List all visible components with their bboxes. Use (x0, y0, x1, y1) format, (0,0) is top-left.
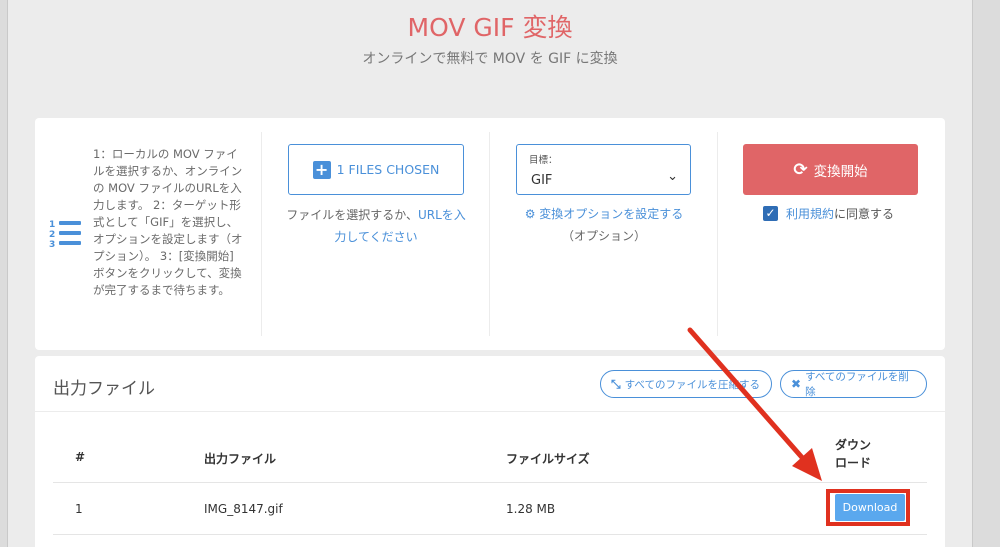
table-row-divider (53, 534, 927, 535)
choose-files-label: 1 FILES CHOSEN (336, 162, 440, 177)
chevron-down-icon: ⌄ (667, 169, 678, 184)
conversion-options-label: 変換オプションを設定する (539, 207, 684, 221)
start-conversion-button[interactable]: ⟳ 変換開始 (743, 144, 918, 195)
output-title: 出力ファイル (53, 379, 155, 399)
output-header-divider (35, 411, 945, 412)
delete-all-label: すべてのファイルを削除 (805, 371, 909, 398)
page-title: MOV GIF 変換 (407, 13, 573, 42)
row-filename: IMG_8147.gif (204, 502, 283, 516)
choose-files-button[interactable]: + 1 FILES CHOSEN (288, 144, 464, 195)
file-select-help: ファイルを選択するか、URLを入力してください (281, 204, 471, 248)
svg-text:1: 1 (49, 220, 55, 230)
conversion-options-link[interactable]: ⚙ 変換オプションを設定する (501, 205, 707, 222)
compress-all-label: すべてのファイルを圧縮する (624, 378, 760, 391)
page-subtitle: オンラインで無料で MOV を GIF に変換 (362, 51, 618, 67)
column-divider (717, 132, 718, 336)
file-select-help-text: ファイルを選択するか、 (286, 208, 418, 222)
terms-checkbox[interactable]: ✓ (763, 206, 778, 221)
row-index: 1 (75, 502, 83, 516)
compress-icon: ⤡ (611, 376, 621, 391)
row-filesize: 1.28 MB (506, 502, 556, 516)
converter-panel: 1 2 3 1：ローカルの MOV ファイルを選択するか、オンラインの MOV … (35, 118, 945, 350)
svg-text:2: 2 (49, 230, 55, 240)
column-header-download: ダウンロード (835, 438, 872, 470)
gear-icon: ⚙ (524, 207, 536, 221)
column-header-index: # (75, 450, 86, 464)
download-button[interactable]: Download (835, 494, 905, 521)
column-header-filename: 出力ファイル (204, 452, 277, 466)
svg-text:3: 3 (49, 240, 55, 248)
target-format-select[interactable]: 目標： GIF ⌄ (516, 144, 691, 195)
plus-icon: + (312, 160, 331, 179)
terms-agreement: ✓ 利用規約 に同意する (763, 205, 894, 222)
compress-all-button[interactable]: ⤡ すべてのファイルを圧縮する (600, 370, 772, 398)
table-header-divider (53, 482, 927, 483)
close-icon: ✖ (791, 377, 802, 391)
output-panel: 出力ファイル ⤡ すべてのファイルを圧縮する ✖ すべてのファイルを削除 # 出… (35, 356, 945, 547)
window-right-edge (972, 0, 1000, 547)
terms-link[interactable]: 利用規約 (786, 205, 834, 222)
target-format-value: GIF (531, 173, 553, 188)
instructions-text: 1：ローカルの MOV ファイルを選択するか、オンラインの MOV ファイルのU… (93, 147, 243, 297)
terms-suffix: に同意する (834, 207, 895, 221)
window-left-edge (0, 0, 8, 547)
target-format-label: 目標： (529, 155, 558, 166)
delete-all-button[interactable]: ✖ すべてのファイルを削除 (780, 370, 927, 398)
start-conversion-label: 変換開始 (813, 163, 868, 180)
column-header-size: ファイルサイズ (506, 452, 590, 466)
column-divider (261, 132, 262, 336)
refresh-icon: ⟳ (793, 159, 808, 180)
column-divider (489, 132, 490, 336)
numbered-list-icon: 1 2 3 (49, 220, 81, 248)
conversion-options-note: （オプション） (561, 229, 646, 243)
